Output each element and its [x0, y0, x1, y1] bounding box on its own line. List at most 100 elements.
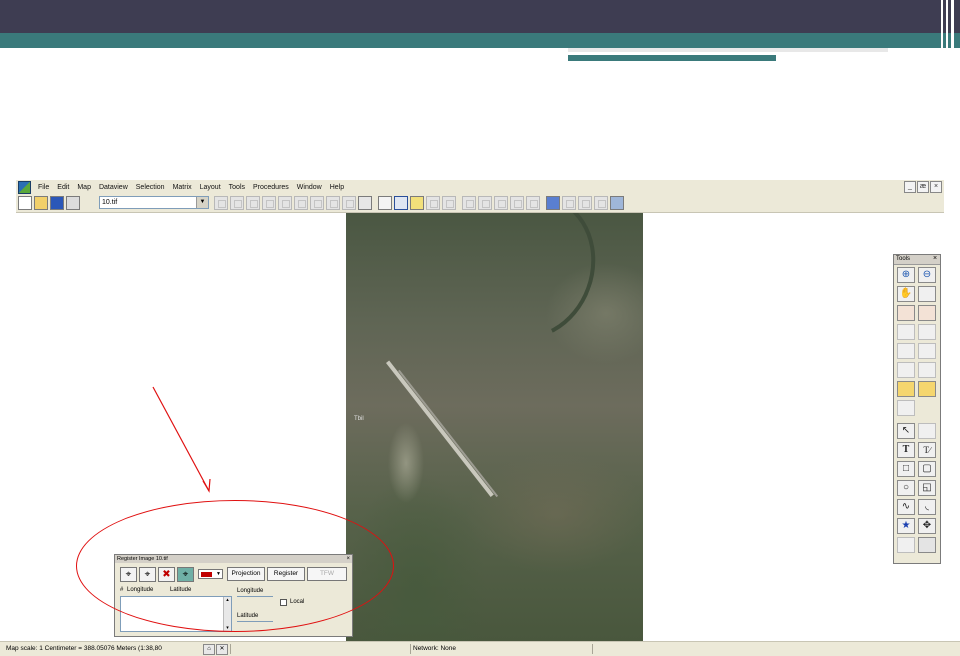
- layer-combo[interactable]: 10.tif ▼: [99, 196, 209, 209]
- tools-title-text: Tools: [896, 256, 911, 262]
- menu-procedures[interactable]: Procedures: [249, 184, 293, 191]
- status-divider: [410, 644, 411, 654]
- zoom-out-icon[interactable]: ⊖: [918, 267, 936, 283]
- home-icon[interactable]: ⌂: [203, 644, 215, 655]
- info-icon[interactable]: [897, 324, 915, 340]
- rounded-rect-tool-icon[interactable]: ▢: [918, 461, 936, 477]
- zoom-in-icon[interactable]: ⊕: [897, 267, 915, 283]
- editor-icon[interactable]: [462, 196, 476, 210]
- remove-layer-icon[interactable]: [918, 305, 936, 321]
- map-query-icon[interactable]: [278, 196, 292, 210]
- close-icon[interactable]: ×: [931, 255, 939, 263]
- rectangle-icon[interactable]: [442, 196, 456, 210]
- copy-feature-icon[interactable]: [897, 362, 915, 378]
- slide-decor-line-teal: [568, 55, 776, 61]
- star-icon[interactable]: ★: [897, 518, 915, 534]
- map-scale-text: Map scale: 1 Centimeter = 388.05076 Mete…: [6, 645, 162, 652]
- map-layer-icon[interactable]: [262, 196, 276, 210]
- menu-map[interactable]: Map: [73, 184, 95, 191]
- open-folder-icon[interactable]: [34, 196, 48, 210]
- label-icon[interactable]: [562, 196, 576, 210]
- measure-icon[interactable]: [918, 381, 936, 397]
- menu-file[interactable]: File: [34, 184, 53, 191]
- layers-icon[interactable]: [358, 196, 372, 210]
- slide-decor-bars: [938, 0, 960, 60]
- menu-layout[interactable]: Layout: [196, 184, 225, 191]
- status-divider: [230, 644, 231, 654]
- pointer-icon[interactable]: ↖: [897, 423, 915, 439]
- check-map-icon[interactable]: [594, 196, 608, 210]
- restore-button[interactable]: æ: [917, 181, 929, 193]
- no-entry-icon[interactable]: [526, 196, 540, 210]
- menu-tools[interactable]: Tools: [225, 184, 249, 191]
- text-tool-icon[interactable]: T: [897, 442, 915, 458]
- window-icon[interactable]: [918, 537, 936, 553]
- river-feature: [444, 213, 616, 359]
- globe-icon[interactable]: [546, 196, 560, 210]
- polygon-tool-icon[interactable]: ◱: [918, 480, 936, 496]
- select-region-icon[interactable]: [918, 286, 936, 302]
- window-stack-icon[interactable]: [610, 196, 624, 210]
- menu-matrix[interactable]: Matrix: [169, 184, 196, 191]
- grid-icon[interactable]: [494, 196, 508, 210]
- arc-tool-icon[interactable]: ◟: [918, 499, 936, 515]
- frame-icon[interactable]: [897, 537, 915, 553]
- map-label: Tbil: [354, 416, 364, 422]
- ellipse-tool-icon[interactable]: ○: [897, 480, 915, 496]
- edit-pointer-icon[interactable]: [918, 423, 936, 439]
- close-button[interactable]: ×: [930, 181, 942, 193]
- airport-runway-secondary: [398, 369, 499, 498]
- copy-icon[interactable]: [510, 196, 524, 210]
- refresh-icon[interactable]: [918, 343, 936, 359]
- status-divider: [592, 644, 593, 654]
- new-file-icon[interactable]: [18, 196, 32, 210]
- rectangle-tool-icon[interactable]: □: [897, 461, 915, 477]
- route-icon[interactable]: [310, 196, 324, 210]
- save-icon[interactable]: [50, 196, 64, 210]
- menu-selection[interactable]: Selection: [132, 184, 169, 191]
- ruler-icon[interactable]: [897, 381, 915, 397]
- slide-accent-band: [0, 33, 960, 48]
- menu-help[interactable]: Help: [326, 184, 348, 191]
- print-icon[interactable]: [66, 196, 80, 210]
- freehand-tool-icon[interactable]: ∿: [897, 499, 915, 515]
- map-edit-icon[interactable]: [246, 196, 260, 210]
- text-edit-icon[interactable]: T∕: [918, 442, 936, 458]
- menu-dataview[interactable]: Dataview: [95, 184, 132, 191]
- split-icon[interactable]: [897, 400, 915, 416]
- status-bar: Map scale: 1 Centimeter = 388.05076 Mete…: [0, 641, 960, 656]
- shield-icon[interactable]: [426, 196, 440, 210]
- pan-hand-icon[interactable]: ✋: [897, 286, 915, 302]
- add-layer-icon[interactable]: [897, 305, 915, 321]
- pencil-icon[interactable]: [410, 196, 424, 210]
- edit-table-icon[interactable]: [578, 196, 592, 210]
- annotation-ellipse: [76, 500, 394, 632]
- slide-header-bar: [0, 0, 960, 33]
- dataview-icon[interactable]: [378, 196, 392, 210]
- menu-window[interactable]: Window: [293, 184, 326, 191]
- legend-icon[interactable]: [342, 196, 356, 210]
- network-icon[interactable]: [294, 196, 308, 210]
- link-icon[interactable]: [478, 196, 492, 210]
- minimize-button[interactable]: _: [904, 181, 916, 193]
- table-icon[interactable]: [214, 196, 228, 210]
- tools-palette-title: Tools ×: [894, 255, 940, 265]
- query-icon[interactable]: [918, 324, 936, 340]
- layer-combo-value: 10.tif: [102, 199, 118, 206]
- chevron-down-icon[interactable]: ▼: [196, 197, 208, 208]
- menu-edit[interactable]: Edit: [53, 184, 73, 191]
- slide-decor-line: [568, 48, 888, 52]
- chart-icon[interactable]: [230, 196, 244, 210]
- register-image-icon[interactable]: [394, 196, 408, 210]
- network-status: Network: None: [413, 645, 456, 652]
- main-toolbar: 10.tif ▼: [16, 194, 944, 213]
- cut-feature-icon[interactable]: [918, 362, 936, 378]
- overlay-icon[interactable]: [326, 196, 340, 210]
- rotate-icon[interactable]: [897, 343, 915, 359]
- menu-bar: File Edit Map Dataview Selection Matrix …: [16, 180, 944, 194]
- tools-palette: Tools × ⊕ ⊖ ✋ ↖ T T∕ □ ▢ ○ ◱ ∿ ◟ ★ ✥: [893, 254, 941, 564]
- cancel-icon[interactable]: ✕: [216, 644, 228, 655]
- app-icon[interactable]: [18, 180, 31, 194]
- move-icon[interactable]: ✥: [918, 518, 936, 534]
- airport-runway: [386, 360, 494, 497]
